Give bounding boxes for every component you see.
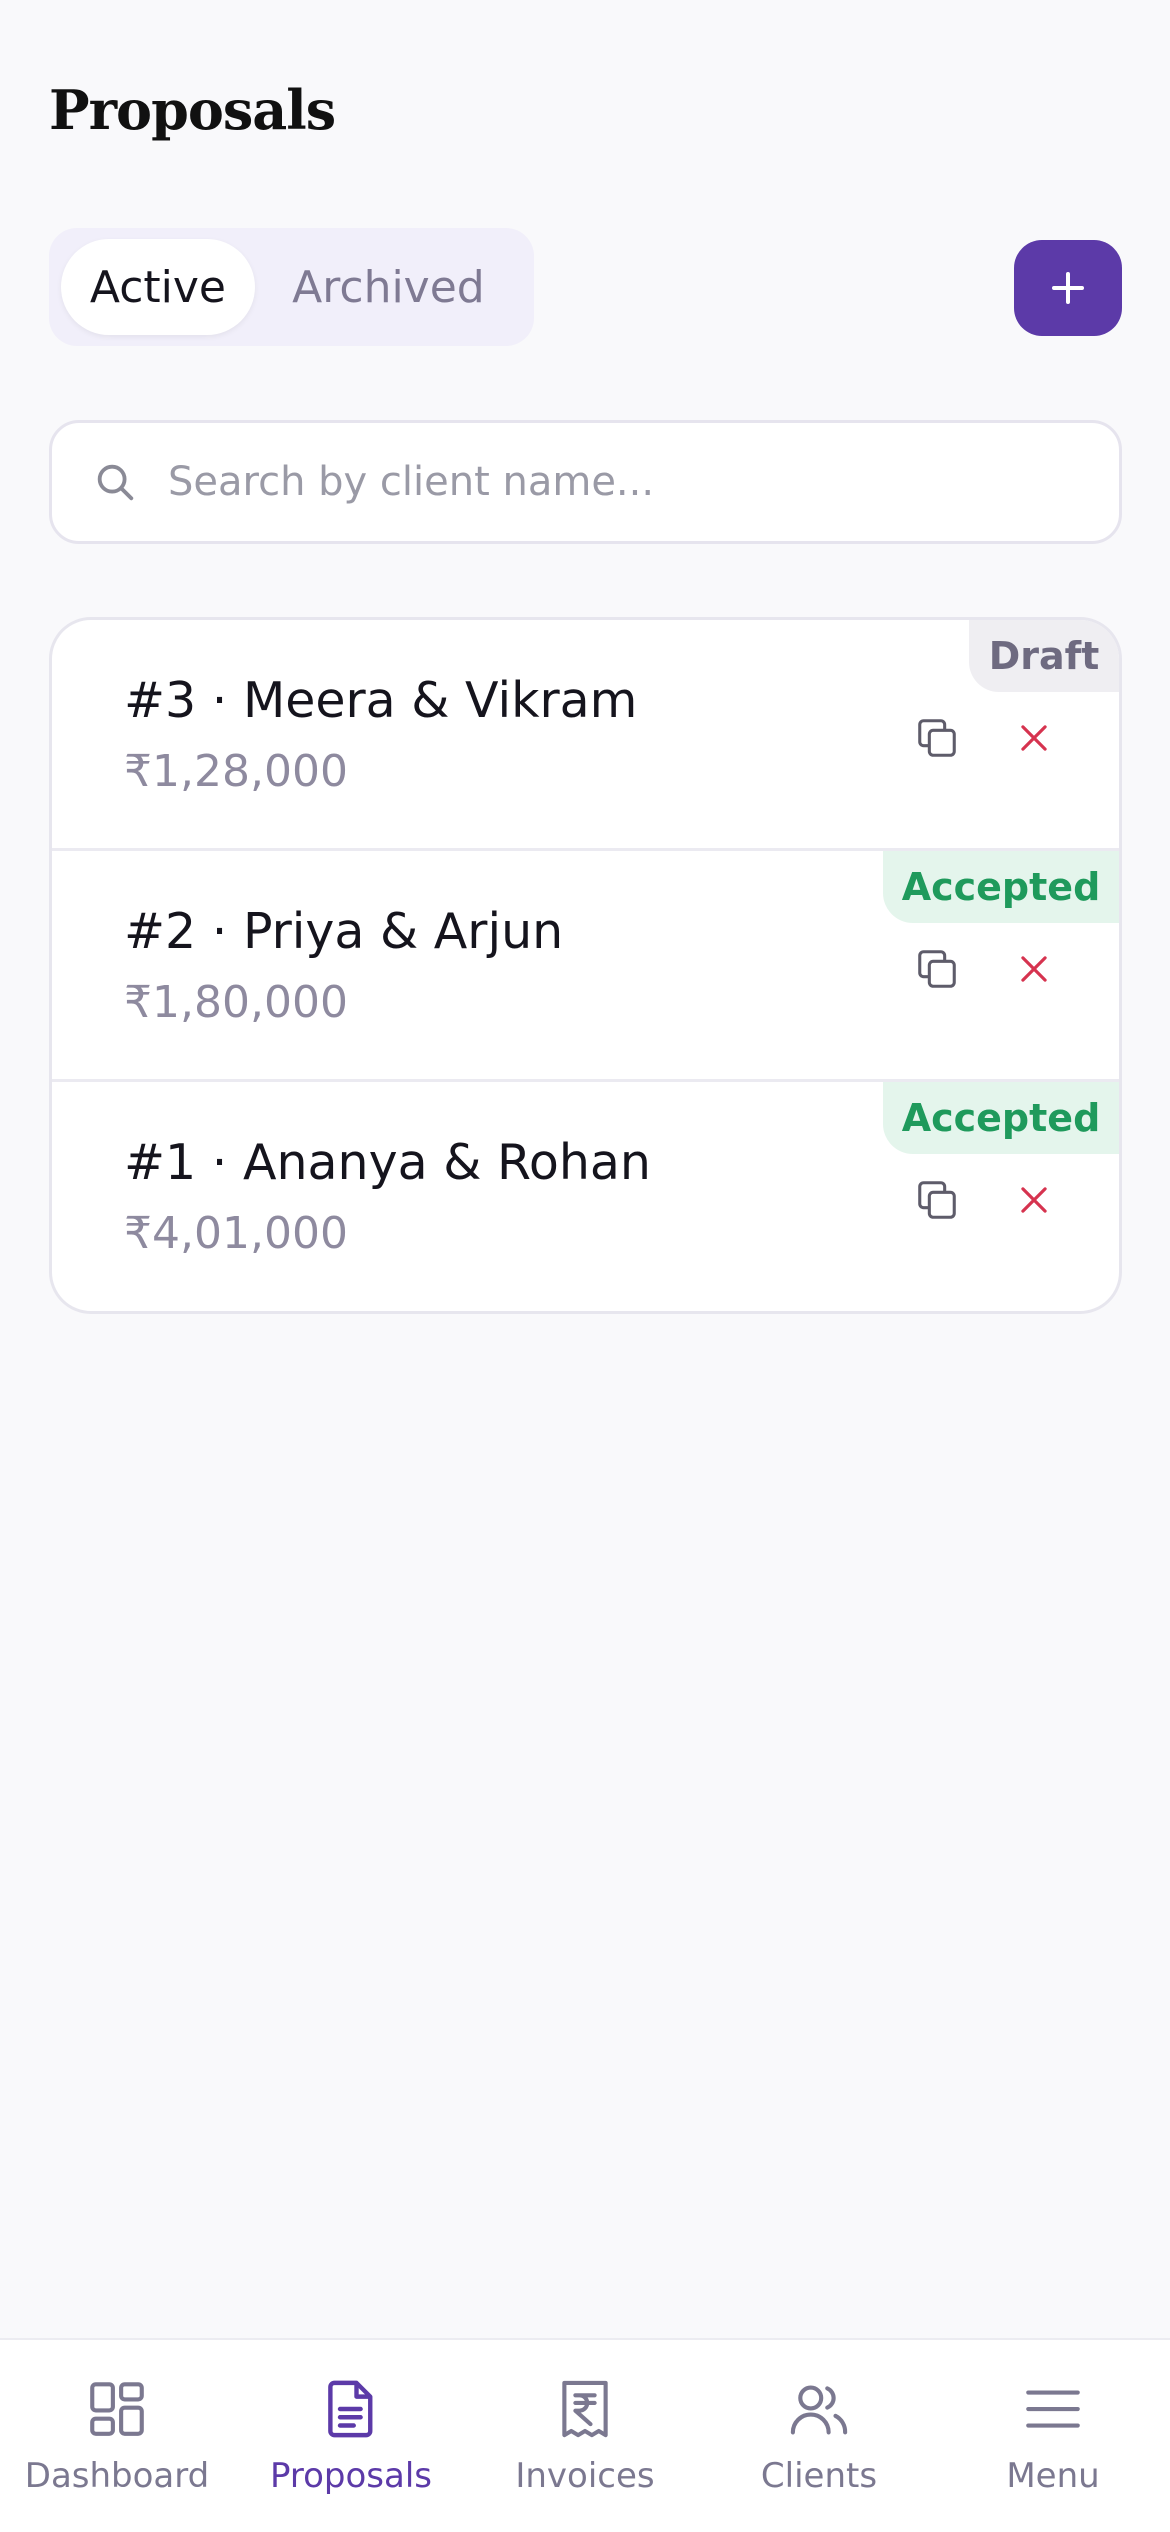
nav-label: Menu bbox=[1006, 2456, 1100, 2496]
nav-menu[interactable]: Menu bbox=[936, 2340, 1170, 2532]
proposal-title: #1 · Ananya & Rohan bbox=[124, 1134, 651, 1191]
search-bar bbox=[49, 420, 1122, 544]
status-badge: Accepted bbox=[883, 851, 1119, 923]
status-badge: Accepted bbox=[883, 1082, 1119, 1154]
duplicate-button[interactable] bbox=[905, 706, 969, 770]
nav-label: Clients bbox=[760, 2456, 878, 2496]
delete-button[interactable] bbox=[1002, 706, 1066, 770]
dashboard-icon bbox=[90, 2382, 144, 2436]
copy-icon bbox=[918, 950, 956, 988]
close-icon bbox=[1021, 725, 1047, 751]
search-icon bbox=[97, 464, 134, 501]
nav-dashboard[interactable]: Dashboard bbox=[0, 2340, 234, 2532]
delete-button[interactable] bbox=[1002, 937, 1066, 1001]
nav-label: Dashboard bbox=[24, 2456, 210, 2496]
close-icon bbox=[1021, 1187, 1047, 1213]
tab-archived[interactable]: Archived bbox=[255, 239, 522, 335]
nav-clients[interactable]: Clients bbox=[702, 2340, 936, 2532]
invoice-icon bbox=[562, 2380, 608, 2438]
nav-invoices[interactable]: Invoices bbox=[468, 2340, 702, 2532]
copy-icon bbox=[918, 1181, 956, 1219]
proposal-row[interactable]: Accepted #2 · Priya & Arjun ₹1,80,000 bbox=[52, 851, 1119, 1082]
duplicate-button[interactable] bbox=[905, 1168, 969, 1232]
add-proposal-button[interactable] bbox=[1014, 240, 1122, 336]
page-title: Proposals bbox=[49, 78, 336, 142]
document-icon bbox=[328, 2380, 373, 2438]
copy-icon bbox=[918, 719, 956, 757]
proposal-title: #3 · Meera & Vikram bbox=[124, 672, 638, 729]
delete-button[interactable] bbox=[1002, 1168, 1066, 1232]
search-input[interactable] bbox=[168, 459, 1068, 505]
nav-label: Proposals bbox=[269, 2456, 433, 2496]
proposal-title: #2 · Priya & Arjun bbox=[124, 903, 564, 960]
users-icon bbox=[790, 2385, 848, 2435]
bottom-navigation: Dashboard Proposals Invoices Clients Men… bbox=[0, 2338, 1170, 2532]
proposal-row[interactable]: Draft #3 · Meera & Vikram ₹1,28,000 bbox=[52, 620, 1119, 851]
status-segmented-control: Active Archived bbox=[49, 228, 534, 346]
duplicate-button[interactable] bbox=[905, 937, 969, 1001]
plus-icon bbox=[1052, 272, 1084, 304]
proposal-amount: ₹1,80,000 bbox=[124, 977, 348, 1028]
status-badge: Draft bbox=[969, 620, 1119, 692]
tab-active[interactable]: Active bbox=[61, 239, 255, 335]
nav-label: Invoices bbox=[515, 2456, 655, 2496]
proposal-list: Draft #3 · Meera & Vikram ₹1,28,000 Acce… bbox=[49, 617, 1122, 1314]
close-icon bbox=[1021, 956, 1047, 982]
proposal-row[interactable]: Accepted #1 · Ananya & Rohan ₹4,01,000 bbox=[52, 1082, 1119, 1311]
proposal-amount: ₹1,28,000 bbox=[124, 746, 348, 797]
nav-proposals[interactable]: Proposals bbox=[234, 2340, 468, 2532]
menu-icon bbox=[1026, 2390, 1080, 2428]
proposal-amount: ₹4,01,000 bbox=[124, 1208, 348, 1259]
